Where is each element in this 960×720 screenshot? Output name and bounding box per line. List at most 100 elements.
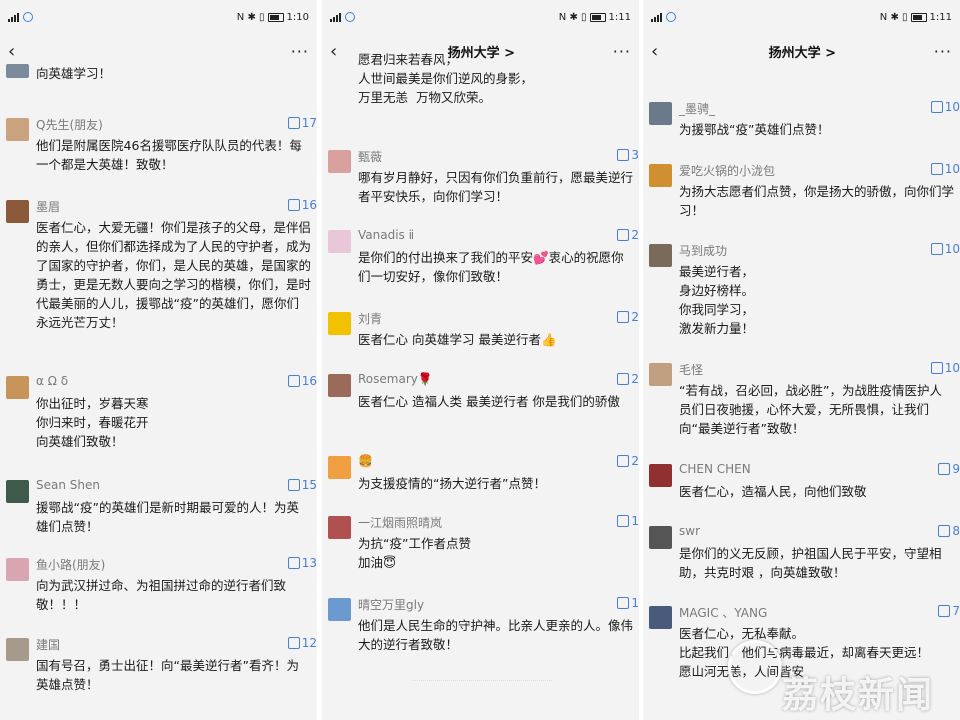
chevron-left-icon[interactable]: ‹	[8, 41, 28, 62]
watermark-logo-icon	[728, 640, 782, 694]
avatar[interactable]	[6, 376, 29, 399]
avatar[interactable]	[328, 312, 351, 335]
commenter-name[interactable]: α Ω δ	[36, 374, 68, 388]
commenter-name[interactable]: Rosemary🌹	[358, 372, 433, 386]
like-count[interactable]: 7	[938, 604, 960, 618]
comment-item: α Ω δ 16 你出征时，岁暮天寒 你归来时，春暖花开 向英雄们致敬！	[0, 374, 317, 454]
like-count[interactable]: 10	[930, 162, 960, 176]
avatar[interactable]	[649, 244, 672, 267]
nfc-icon: N ✱ ▯	[879, 11, 908, 23]
like-count[interactable]: 16	[287, 198, 317, 212]
commenter-name[interactable]: 一江烟雨照晴岚	[358, 514, 442, 531]
like-count[interactable]: 10	[930, 242, 960, 256]
thumbs-up-icon	[938, 463, 951, 475]
like-count[interactable]: 17	[287, 116, 317, 130]
thumbs-up-icon	[287, 375, 300, 387]
thumbs-up-icon	[938, 525, 951, 537]
like-count[interactable]: 3	[617, 148, 639, 162]
commenter-name[interactable]: 甄薇	[358, 148, 382, 165]
divider	[412, 680, 552, 683]
like-count[interactable]: 10	[930, 100, 960, 114]
screenshot-panel-1: N ✱ ▯ 1:10 ‹ ··· 向英雄学习！ Q先生(朋友) 17 他们是附属医…	[0, 0, 317, 720]
commenter-name[interactable]: swr	[679, 524, 700, 538]
like-count[interactable]: 8	[938, 524, 960, 538]
thumbs-up-icon	[287, 199, 300, 211]
like-count[interactable]: 13	[287, 556, 317, 570]
commenter-name[interactable]: 马到成功	[679, 242, 727, 259]
thumbs-up-icon	[938, 605, 951, 617]
like-count[interactable]: 1	[617, 514, 639, 528]
like-count[interactable]: 16	[287, 374, 317, 388]
avatar[interactable]	[6, 64, 29, 78]
status-time: 1:11	[608, 11, 631, 23]
like-count[interactable]: 2	[617, 454, 639, 468]
comment-text: 最美逆行者， 身边好榜样。 你我同学习， 激发新力量！	[679, 264, 755, 336]
comment-text: 哪有岁月静好，只因有你们负重前行，愿最美逆行者平安快乐，向你们学习！	[358, 170, 634, 204]
commenter-name[interactable]: _墨骋_	[679, 100, 715, 117]
avatar[interactable]	[328, 456, 351, 479]
thumbs-up-icon	[930, 362, 943, 374]
like-count[interactable]: 2	[617, 228, 639, 242]
avatar[interactable]	[328, 150, 351, 173]
like-count[interactable]: 1	[617, 596, 639, 610]
avatar[interactable]	[328, 598, 351, 621]
avatar[interactable]	[649, 363, 672, 386]
signal-icon	[8, 12, 19, 22]
commenter-name[interactable]: Sean Shen	[36, 478, 100, 492]
like-count[interactable]: 2	[617, 372, 639, 386]
nav-title[interactable]: 扬州大学 >	[769, 42, 836, 61]
screenshot-panel-3: N ✱ ▯ 1:11 ‹ 扬州大学 > ··· _墨骋_ 10 为援鄂战“疫”英雄…	[643, 0, 960, 720]
thumbs-up-icon	[617, 229, 630, 241]
commenter-name[interactable]: 晴空万里gly	[358, 596, 424, 613]
avatar[interactable]	[649, 164, 672, 187]
commenter-name[interactable]: 鱼小路(朋友)	[36, 556, 105, 573]
commenter-name[interactable]: Vanadis ⅱ	[358, 228, 414, 242]
avatar[interactable]	[328, 230, 351, 253]
avatar[interactable]	[649, 102, 672, 125]
commenter-name[interactable]: Q先生(朋友)	[36, 116, 103, 133]
thumbs-up-icon	[930, 243, 943, 255]
avatar[interactable]	[6, 558, 29, 581]
like-count[interactable]: 10	[930, 361, 960, 375]
comment-item: CHEN CHEN 9 医者仁心，造福人民，向他们致敬	[643, 462, 960, 506]
comment-text: 为扬大志愿者们点赞，你是扬大的骄傲，向你们学习！	[679, 184, 955, 218]
avatar[interactable]	[649, 526, 672, 549]
like-count[interactable]: 9	[938, 462, 960, 476]
thumbs-up-icon	[617, 455, 630, 467]
avatar[interactable]	[6, 118, 29, 141]
avatar[interactable]	[649, 464, 672, 487]
avatar[interactable]	[6, 200, 29, 223]
thumbs-up-icon	[287, 479, 300, 491]
commenter-name[interactable]: 墨眉	[36, 198, 60, 215]
chevron-left-icon[interactable]: ‹	[651, 41, 671, 62]
comment-text: 为支援疫情的“扬大逆行者”点赞！	[358, 476, 546, 491]
avatar[interactable]	[6, 638, 29, 661]
thumbs-up-icon	[930, 163, 943, 175]
signal-icon	[330, 12, 341, 22]
commenter-name[interactable]: CHEN CHEN	[679, 462, 751, 476]
commenter-name[interactable]: 🍔	[358, 454, 373, 468]
like-count[interactable]: 15	[287, 478, 317, 492]
comment-item: 一江烟雨照晴岚 1 为抗“疫”工作者点赞 加油😇	[322, 514, 639, 574]
avatar[interactable]	[6, 480, 29, 503]
thumbs-up-icon	[287, 557, 300, 569]
commenter-name[interactable]: 毛怪	[679, 361, 703, 378]
like-count[interactable]: 2	[617, 310, 639, 324]
like-count[interactable]: 12	[287, 636, 317, 650]
thumbs-up-icon	[617, 149, 630, 161]
avatar[interactable]	[328, 516, 351, 539]
comment-text: 医者仁心，造福人民，向他们致敬	[679, 484, 867, 499]
comment-item: 向英雄学习！	[0, 62, 317, 92]
comment-text: 愿君归来若春风， 人世间最美是你们逆风的身影， 万里无恙 万物又欣荣。	[358, 52, 534, 105]
more-dots-icon[interactable]: ···	[934, 42, 952, 61]
commenter-name[interactable]: 建国	[36, 636, 60, 653]
comment-text: 医者仁心，大爱无疆！你们是孩子的父母，是伴侣的亲人，但你们都选择成为了人民的守护…	[36, 220, 312, 330]
commenter-name[interactable]: 爱吃火锅的小泷包	[679, 162, 775, 179]
comment-text: 是你们的付出换来了我们的平安💕衷心的祝愿你们一切安好，像你们致敬！	[358, 250, 624, 284]
status-bar: N ✱ ▯ 1:11	[643, 0, 960, 34]
avatar[interactable]	[649, 606, 672, 629]
more-dots-icon[interactable]: ···	[291, 42, 309, 61]
commenter-name[interactable]: 刘青	[358, 310, 382, 327]
commenter-name[interactable]: MAGIC 、YANG	[679, 604, 767, 621]
avatar[interactable]	[328, 374, 351, 397]
